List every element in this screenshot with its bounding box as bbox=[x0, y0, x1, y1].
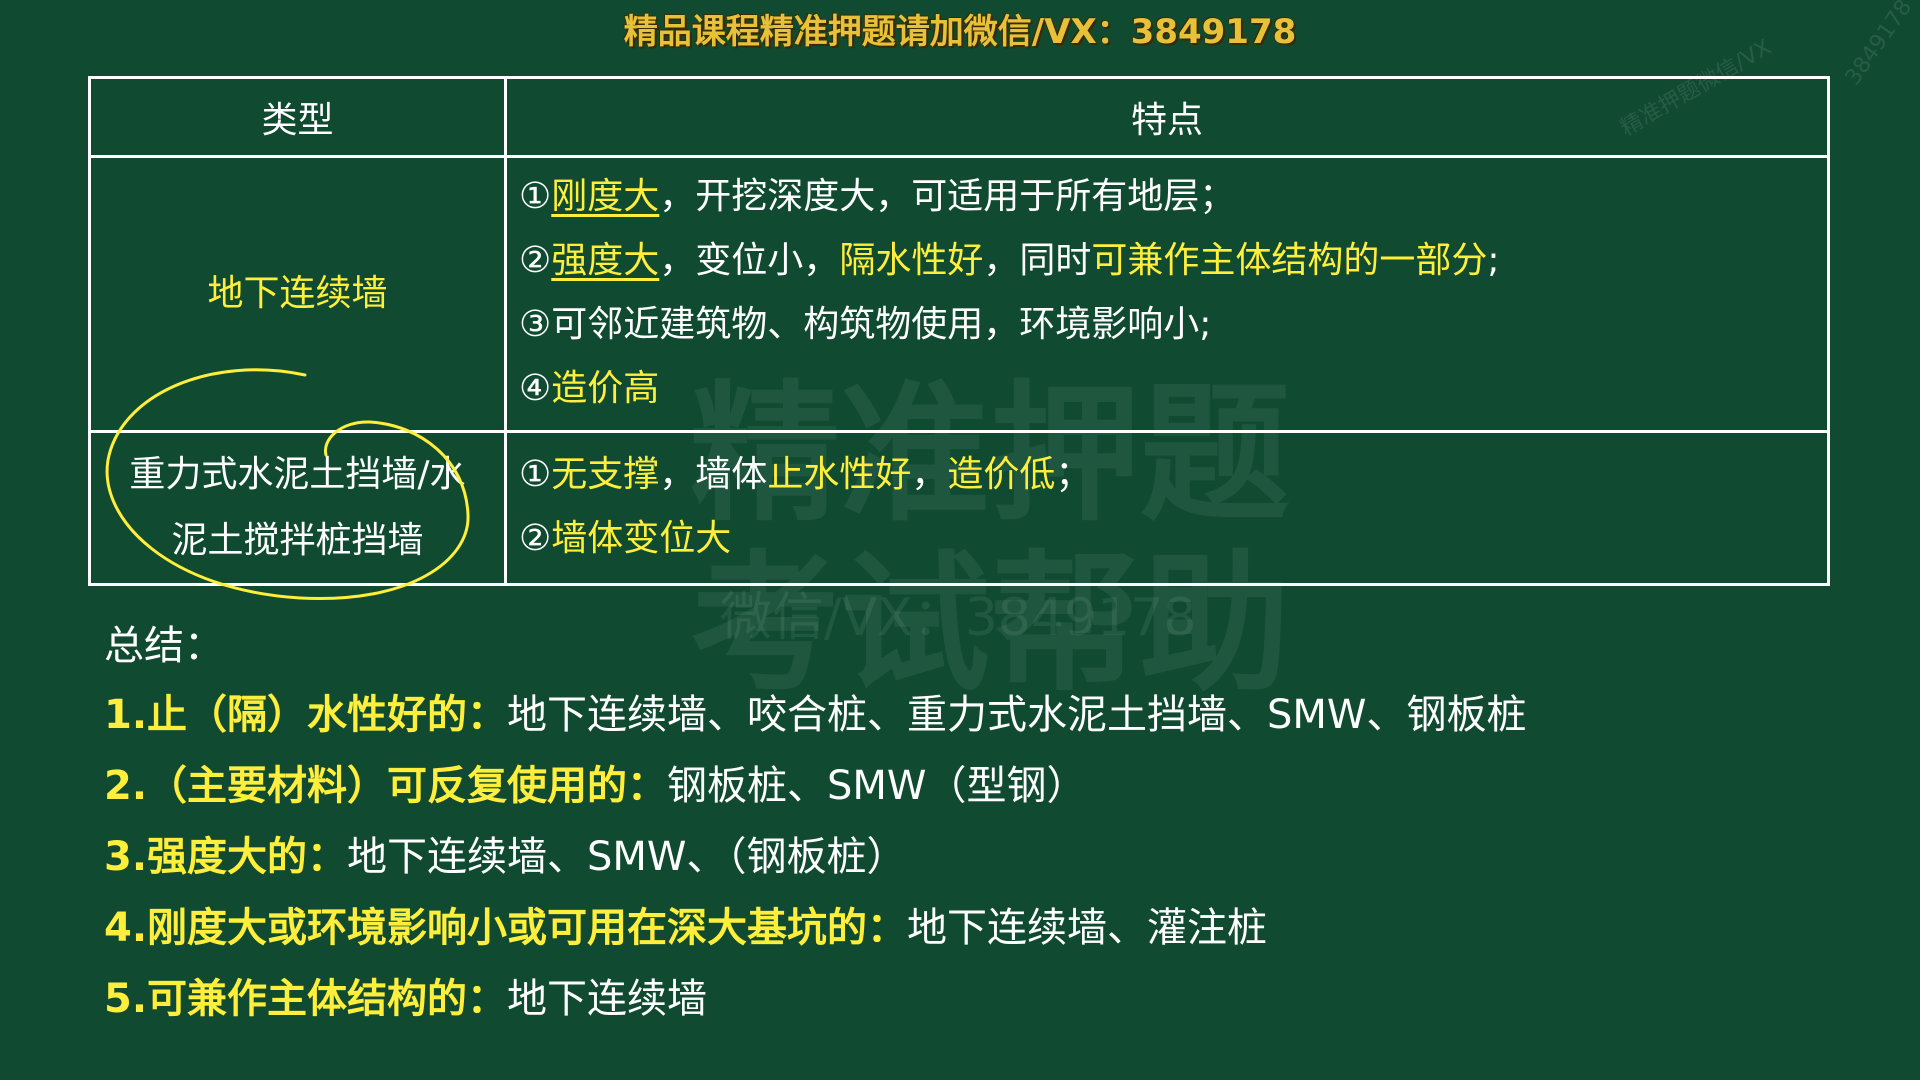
summary: 总结： 1.止（隔）水性好的：地下连续墙、咬合桩、重力式水泥土挡墙、SMW、钢板… bbox=[104, 612, 1526, 1035]
feature-highlight: 墙体变位大 bbox=[551, 518, 732, 559]
feature-line: ④造价高 bbox=[519, 357, 1500, 421]
feature-highlight: 造价高 bbox=[551, 368, 660, 409]
feature-text: ， bbox=[911, 454, 948, 495]
feature-text: ; bbox=[1487, 240, 1500, 281]
summary-item: 3.强度大的：地下连续墙、SMW、（钢板桩） bbox=[104, 822, 1526, 893]
summary-item-text: 地下连续墙、SMW、（钢板桩） bbox=[347, 834, 907, 880]
feature-highlight: 刚度大 bbox=[551, 176, 660, 217]
feature-text: ； bbox=[1055, 454, 1092, 495]
summary-item-text: 钢板桩、SMW（型钢） bbox=[667, 763, 1087, 809]
feature-highlight: 无支撑 bbox=[551, 454, 660, 495]
summary-item-text: 地下连续墙 bbox=[507, 976, 708, 1022]
summary-item: 1.止（隔）水性好的：地下连续墙、咬合桩、重力式水泥土挡墙、SMW、钢板桩 bbox=[104, 680, 1526, 751]
summary-item-text: 地下连续墙、灌注桩 bbox=[907, 905, 1268, 951]
feature-line: ②墙体变位大 bbox=[519, 507, 1091, 571]
feature-highlight: 造价低 bbox=[947, 454, 1056, 495]
feature-text: ② bbox=[519, 518, 552, 559]
type-cell-diaphragm-wall: 地下连续墙 bbox=[91, 158, 504, 430]
summary-item: 2.（主要材料）可反复使用的：钢板桩、SMW（型钢） bbox=[104, 751, 1526, 822]
summary-item-label: 3.强度大的： bbox=[104, 834, 348, 880]
summary-item-label: 4.刚度大或环境影响小或可用在深大基坑的： bbox=[104, 905, 908, 951]
feature-highlight: 可兼作主体结构的一部分 bbox=[1091, 240, 1488, 281]
feature-line: ①无支撑，墙体止水性好，造价低； bbox=[519, 443, 1091, 507]
type-label-gravity-wall-line-2: 泥土搅拌桩挡墙 bbox=[171, 520, 424, 561]
feature-highlight: 隔水性好 bbox=[839, 240, 984, 281]
summary-item: 4.刚度大或环境影响小或可用在深大基坑的：地下连续墙、灌注桩 bbox=[104, 893, 1526, 964]
summary-title: 总结： bbox=[104, 623, 224, 669]
feature-text: ① bbox=[519, 454, 552, 495]
type-cell-gravity-wall: 重力式水泥土挡墙/水 泥土搅拌桩挡墙 bbox=[91, 433, 504, 583]
feature-line: ①刚度大，开挖深度大，可适用于所有地层； bbox=[519, 165, 1500, 229]
header-features: 特点 bbox=[1130, 100, 1203, 141]
feature-highlight: 止水性好 bbox=[767, 454, 912, 495]
feature-text: ① bbox=[519, 176, 552, 217]
header-type: 类型 bbox=[261, 100, 334, 141]
type-label-diaphragm-wall: 地下连续墙 bbox=[207, 273, 388, 314]
feature-highlight: 强度大 bbox=[551, 240, 660, 281]
feature-text: ③可邻近建筑物、构筑物使用，环境影响小; bbox=[519, 304, 1212, 345]
feature-line: ②强度大，变位小，隔水性好，同时可兼作主体结构的一部分; bbox=[519, 229, 1500, 293]
feature-text: ，开挖深度大，可适用于所有地层； bbox=[659, 176, 1236, 217]
features-diaphragm-wall: ①刚度大，开挖深度大，可适用于所有地层； ②强度大，变位小，隔水性好，同时可兼作主… bbox=[519, 165, 1500, 421]
summary-item: 5.可兼作主体结构的：地下连续墙 bbox=[104, 964, 1526, 1035]
type-label-gravity-wall-line-1: 重力式水泥土挡墙/水 bbox=[129, 454, 466, 495]
feature-text: ② bbox=[519, 240, 552, 281]
comparison-table: 类型 特点 地下连续墙 ①刚度大，开挖深度大，可适用于所有地层； ②强度大，变位小… bbox=[88, 76, 1830, 586]
summary-item-label: 5.可兼作主体结构的： bbox=[104, 976, 508, 1022]
summary-item-label: 1.止（隔）水性好的： bbox=[104, 692, 508, 738]
feature-text: ，变位小， bbox=[659, 240, 840, 281]
top-banner: 精品课程精准押题请加微信/VX：3849178 bbox=[623, 12, 1297, 52]
feature-text: ，墙体 bbox=[659, 454, 768, 495]
feature-text: ，同时 bbox=[983, 240, 1092, 281]
summary-item-text: 地下连续墙、咬合桩、重力式水泥土挡墙、SMW、钢板桩 bbox=[507, 692, 1527, 738]
feature-text: ④ bbox=[519, 368, 552, 409]
summary-item-label: 2.（主要材料）可反复使用的： bbox=[104, 763, 668, 809]
feature-line: ③可邻近建筑物、构筑物使用，环境影响小; bbox=[519, 293, 1500, 357]
features-gravity-wall: ①无支撑，墙体止水性好，造价低； ②墙体变位大 bbox=[519, 443, 1091, 571]
